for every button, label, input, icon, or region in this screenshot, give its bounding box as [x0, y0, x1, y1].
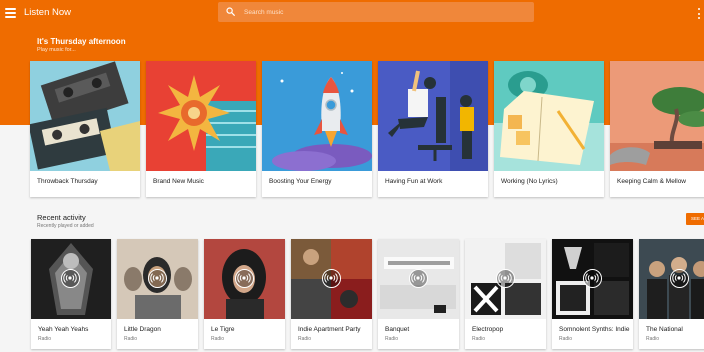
radio-icon — [496, 269, 515, 288]
playlist-card-label: Working (No Lyrics) — [501, 178, 558, 185]
radio-station-card[interactable]: Somnolent Synths: Indie Radio — [552, 239, 633, 349]
radio-icon — [409, 269, 428, 288]
playlist-card-label: Having Fun at Work — [385, 178, 443, 185]
search-icon — [226, 7, 235, 16]
radio-station-card[interactable]: Yeah Yeah Yeahs Radio — [31, 239, 111, 349]
playlist-card[interactable]: Throwback Thursday — [30, 61, 140, 197]
office-worker-artwork — [378, 61, 488, 171]
radio-station-title: Le Tigre — [211, 326, 235, 333]
playlist-card[interactable]: Working (No Lyrics) — [494, 61, 604, 197]
radio-station-title: Indie Apartment Party — [298, 326, 361, 333]
playlist-card[interactable]: Keeping Calm & Mellow — [610, 61, 704, 197]
radio-station-title: The National — [646, 326, 683, 333]
radio-icon — [583, 269, 602, 288]
radio-icon — [61, 269, 80, 288]
radio-icon — [670, 269, 689, 288]
greeting-title: It's Thursday afternoon — [37, 37, 126, 46]
radio-station-card[interactable]: Little Dragon Radio — [117, 239, 198, 349]
more-options-icon[interactable] — [697, 8, 701, 19]
cassette-tapes-artwork — [30, 61, 140, 171]
radio-station-card[interactable]: The National Radio — [639, 239, 704, 349]
playlist-card-label: Brand New Music — [153, 178, 204, 185]
radio-station-card[interactable]: Banquet Radio — [378, 239, 459, 349]
radio-station-title: Somnolent Synths: Indie — [559, 326, 630, 333]
recent-activity-title: Recent activity — [37, 213, 86, 222]
radio-station-type: Radio — [38, 336, 52, 342]
radio-station-card[interactable]: Indie Apartment Party Radio — [291, 239, 372, 349]
radio-station-type: Radio — [211, 336, 225, 342]
radio-icon — [235, 269, 254, 288]
radio-station-type: Radio — [559, 336, 573, 342]
radio-station-card[interactable]: Le Tigre Radio — [204, 239, 285, 349]
radio-station-title: Yeah Yeah Yeahs — [38, 326, 89, 333]
listen-now-page: Listen Now It's Thursday afternoon Play … — [0, 0, 704, 352]
page-title: Listen Now — [24, 7, 71, 18]
see-all-button[interactable]: SEE ALL — [686, 213, 704, 225]
radio-icon — [322, 269, 341, 288]
greeting-subtitle: Play music for... — [37, 47, 76, 53]
radio-station-type: Radio — [385, 336, 399, 342]
playlist-card[interactable]: Boosting Your Energy — [262, 61, 372, 197]
starburst-artwork — [146, 61, 256, 171]
radio-station-title: Banquet — [385, 326, 410, 333]
radio-station-title: Little Dragon — [124, 326, 161, 333]
top-app-bar: Listen Now — [0, 0, 704, 27]
playlist-card-label: Keeping Calm & Mellow — [617, 178, 687, 185]
radio-station-type: Radio — [646, 336, 660, 342]
search-box[interactable] — [218, 2, 534, 22]
radio-station-type: Radio — [124, 336, 138, 342]
playlist-card[interactable]: Brand New Music — [146, 61, 256, 197]
radio-station-title: Electropop — [472, 326, 504, 333]
playlist-card-label: Boosting Your Energy — [269, 178, 332, 185]
search-input[interactable] — [244, 5, 524, 19]
playlist-card-label: Throwback Thursday — [37, 178, 98, 185]
radio-station-type: Radio — [298, 336, 312, 342]
bonsai-artwork — [610, 61, 704, 171]
hamburger-menu-icon[interactable] — [5, 8, 16, 18]
playlist-card[interactable]: Having Fun at Work — [378, 61, 488, 197]
radio-station-type: Radio — [472, 336, 486, 342]
radio-station-card[interactable]: Electropop Radio — [465, 239, 546, 349]
rocket-artwork — [262, 61, 372, 171]
radio-icon — [148, 269, 167, 288]
notebook-telephone-artwork — [494, 61, 604, 171]
recent-activity-subtitle: Recently played or added — [37, 223, 94, 229]
